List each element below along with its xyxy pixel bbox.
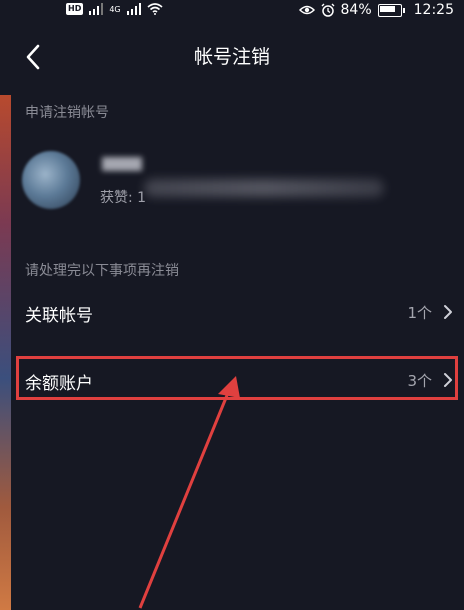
highlight-box (16, 356, 458, 400)
status-bar: HD 4G 84% 12:25 (0, 0, 464, 24)
chevron-right-icon (444, 305, 452, 319)
alarm-icon (321, 3, 335, 17)
battery-icon (377, 3, 405, 17)
background-edge (0, 95, 11, 610)
page-title: 帐号注销 (193, 46, 270, 68)
likes-label: 获赞: 1 (100, 190, 147, 206)
username-blurred (102, 157, 142, 171)
linked-accounts-row[interactable]: 关联帐号 1个 (0, 290, 464, 334)
apply-section-label: 申请注销帐号 (25, 105, 109, 121)
status-right: 84% 12:25 (298, 2, 454, 18)
row-count: 1个 (407, 304, 432, 322)
clock: 12:25 (413, 2, 454, 18)
row-label: 关联帐号 (25, 306, 93, 326)
signal-icon (126, 3, 141, 15)
nav-bar: 帐号注销 (0, 32, 464, 80)
avatar (22, 151, 80, 209)
todo-section-label: 请处理完以下事项再注销 (25, 263, 179, 279)
likes-blurred (144, 179, 384, 197)
battery-percent: 84% (340, 2, 372, 18)
wifi-icon (147, 3, 163, 15)
network-type: 4G (109, 4, 121, 14)
hd-badge: HD (66, 3, 84, 15)
user-info: 获赞: 1 (22, 145, 442, 215)
status-left: HD 4G (66, 3, 163, 15)
screen: HD 4G 84% 12:25 帐号注销 申请注销帐号 获赞: 1 请处理完以下… (0, 0, 464, 610)
eye-icon (298, 5, 315, 15)
signal-icon (89, 3, 104, 15)
